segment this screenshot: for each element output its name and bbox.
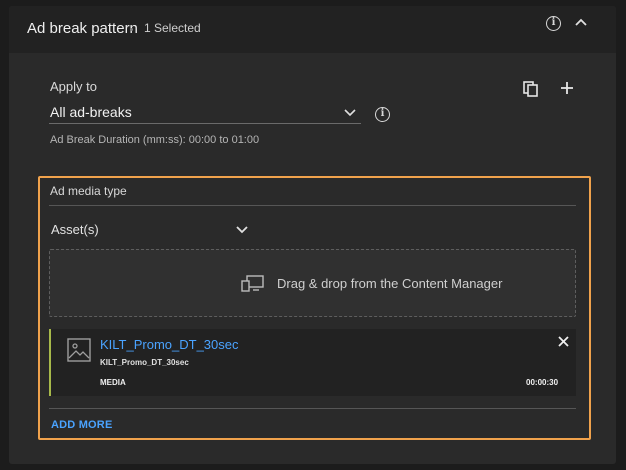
drop-zone-text: Drag & drop from the Content Manager — [277, 276, 503, 291]
chevron-up-icon[interactable] — [573, 15, 589, 29]
divider — [49, 408, 576, 409]
ad-media-type-label: Ad media type — [50, 184, 127, 198]
duration-hint: Ad Break Duration (mm:ss): 00:00 to 01:0… — [50, 134, 260, 146]
info-icon[interactable]: i — [546, 16, 561, 31]
drag-drop-icon — [241, 275, 264, 292]
selected-count: 1 Selected — [144, 21, 201, 35]
plus-icon[interactable] — [558, 79, 576, 97]
copy-icon[interactable] — [522, 80, 540, 98]
media-item-kind: MEDIA — [100, 378, 126, 387]
divider — [49, 205, 576, 206]
media-type-select[interactable]: Asset(s) — [51, 222, 99, 237]
apply-to-label: Apply to — [50, 79, 97, 94]
chevron-down-icon[interactable] — [343, 108, 357, 118]
media-item-title[interactable]: KILT_Promo_DT_30sec — [100, 337, 239, 352]
image-placeholder-icon — [67, 338, 91, 362]
panel-title: Ad break pattern — [27, 20, 138, 37]
panel-header[interactable]: Ad break pattern 1 Selected — [9, 6, 616, 53]
info-icon[interactable]: i — [375, 107, 390, 122]
chevron-down-icon[interactable] — [235, 225, 249, 235]
media-item-subtitle: KILT_Promo_DT_30sec — [100, 358, 189, 367]
add-more-button[interactable]: ADD MORE — [51, 419, 113, 431]
apply-to-select[interactable]: All ad-breaks — [50, 104, 132, 120]
media-item-duration: 00:00:30 — [526, 378, 559, 387]
select-underline — [49, 123, 361, 124]
close-icon[interactable] — [557, 335, 570, 348]
separator-dot — [130, 28, 133, 31]
